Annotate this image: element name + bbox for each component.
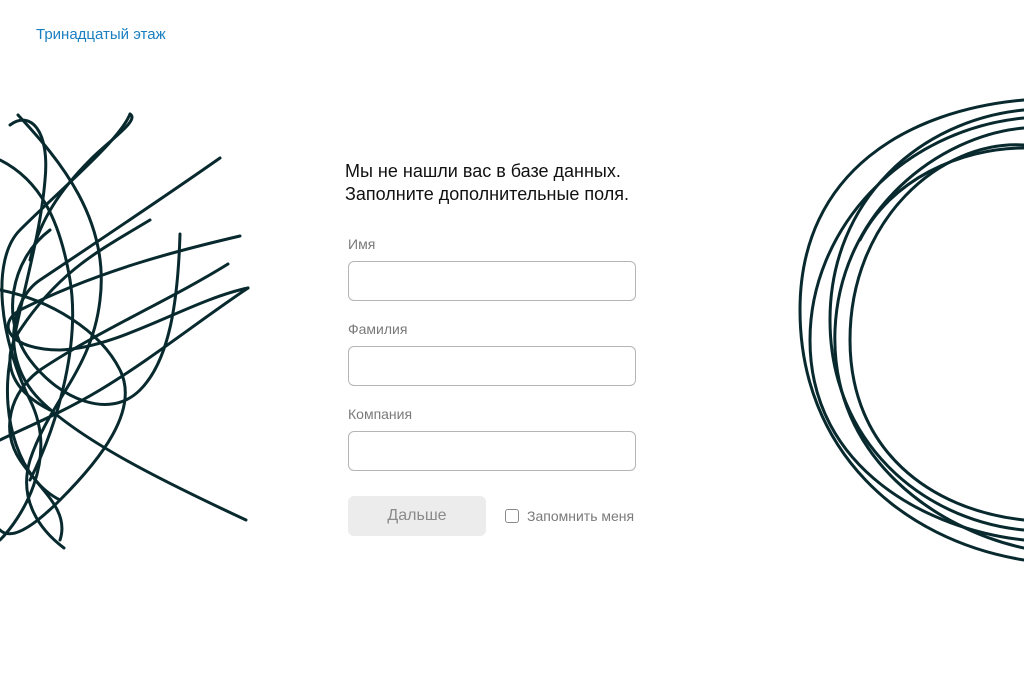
company-label: Компания <box>348 406 413 422</box>
last-name-field: Фамилия <box>348 321 645 386</box>
first-name-input[interactable] <box>348 261 636 301</box>
heading-line-2: Заполните дополнительные поля. <box>345 184 630 204</box>
remember-me-label: Запомнить меня <box>527 508 635 524</box>
remember-me-checkbox[interactable]: Запомнить меня <box>505 508 634 524</box>
first-name-label: Имя <box>348 236 376 252</box>
brand-link[interactable]: Тринадцатый этаж <box>36 26 166 43</box>
circles-scribble-icon <box>798 98 1024 562</box>
checkbox-icon[interactable] <box>505 509 519 523</box>
first-name-field: Имя <box>348 236 645 301</box>
heading-line-1: Мы не нашли вас в базе данных. <box>345 161 621 181</box>
signup-form: Мы не нашли вас в базе данных. Заполните… <box>345 160 645 536</box>
form-fields: Имя Фамилия Компания <box>345 236 645 471</box>
last-name-input[interactable] <box>348 346 636 386</box>
form-actions: Дальше Запомнить меня <box>345 496 645 536</box>
scribble-icon <box>0 112 250 550</box>
company-input[interactable] <box>348 431 636 471</box>
form-heading: Мы не нашли вас в базе данных. Заполните… <box>345 160 645 206</box>
company-field: Компания <box>348 406 645 471</box>
next-button[interactable]: Дальше <box>348 496 486 536</box>
last-name-label: Фамилия <box>348 321 408 337</box>
